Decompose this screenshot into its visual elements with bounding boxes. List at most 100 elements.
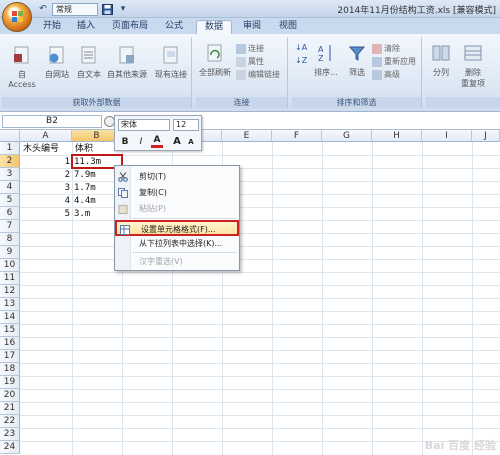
name-box[interactable]: B2 xyxy=(2,115,102,128)
from-access-button[interactable]: 自 Access xyxy=(4,45,40,89)
office-logo-icon xyxy=(12,11,23,22)
menu-item-pick-from-list[interactable]: 从下拉列表中选择(K)... xyxy=(115,236,239,252)
row-header-13[interactable]: 13 xyxy=(0,298,20,311)
menu-item-format-cells-label: 设置单元格格式(F)... xyxy=(141,225,216,234)
from-other-sources-button[interactable]: 自其他来源 xyxy=(106,45,148,80)
edit-links-button[interactable]: 编辑链接 xyxy=(236,69,280,80)
menu-item-cut[interactable]: 剪切(T) xyxy=(115,169,239,185)
row-header-18[interactable]: 18 xyxy=(0,363,20,376)
column-header-a[interactable]: A xyxy=(20,130,72,142)
tab-page-layout[interactable]: 页面布局 xyxy=(106,20,154,34)
text-to-columns-button[interactable]: 分列 xyxy=(428,43,454,78)
row-header-4[interactable]: 4 xyxy=(0,181,20,194)
remove-label: 删除 xyxy=(465,68,481,77)
row-header-23[interactable]: 23 xyxy=(0,428,20,441)
column-header-e[interactable]: E xyxy=(222,130,272,142)
row-header-16[interactable]: 16 xyxy=(0,337,20,350)
column-header-i[interactable]: I xyxy=(422,130,472,142)
gridline xyxy=(20,363,500,364)
row-header-12[interactable]: 12 xyxy=(0,285,20,298)
row-header-8[interactable]: 8 xyxy=(0,233,20,246)
tab-formulas[interactable]: 公式 xyxy=(158,20,190,34)
tab-data[interactable]: 数据 xyxy=(196,20,232,34)
bold-button[interactable]: B xyxy=(119,136,131,148)
column-header-f[interactable]: F xyxy=(272,130,322,142)
font-name-combo[interactable]: 宋体 xyxy=(118,119,170,131)
gridline xyxy=(20,259,500,260)
spreadsheet-grid[interactable]: A B C D E F G H I J 1 2 3 4 5 6 7 8 9 10… xyxy=(0,130,500,455)
font-color-button[interactable]: A xyxy=(151,136,163,148)
select-all-corner[interactable] xyxy=(0,130,20,142)
undo-icon[interactable]: ↶ xyxy=(36,2,50,16)
grow-font-button[interactable]: A xyxy=(171,136,183,148)
row-header-19[interactable]: 19 xyxy=(0,376,20,389)
font-size-combo[interactable]: 12 xyxy=(173,119,199,131)
advanced-label: 高级 xyxy=(384,70,400,79)
existing-connections-button[interactable]: 现有连接 xyxy=(152,45,190,80)
row-header-14[interactable]: 14 xyxy=(0,311,20,324)
row-header-20[interactable]: 20 xyxy=(0,389,20,402)
row-header-3[interactable]: 3 xyxy=(0,168,20,181)
from-web-button[interactable]: 自网站 xyxy=(42,45,72,80)
cell-a4[interactable]: 3 xyxy=(22,182,70,195)
tab-view[interactable]: 视图 xyxy=(272,20,304,34)
filter-button[interactable]: 筛选 xyxy=(344,43,370,78)
row-header-7[interactable]: 7 xyxy=(0,220,20,233)
row-header-9[interactable]: 9 xyxy=(0,246,20,259)
connections-label: 连接 xyxy=(248,44,264,53)
row-header-10[interactable]: 10 xyxy=(0,259,20,272)
gridline xyxy=(20,428,500,429)
clear-button[interactable]: 清除 xyxy=(372,43,400,54)
connections-button[interactable]: 连接 xyxy=(236,43,264,54)
save-icon[interactable] xyxy=(100,2,114,16)
office-button[interactable] xyxy=(2,2,32,32)
context-menu: 剪切(T) 复制(C) 粘贴(P) 设置单元格格式(F)... 从下拉列表中选择… xyxy=(114,165,240,271)
row-header-5[interactable]: 5 xyxy=(0,194,20,207)
menu-item-paste: 粘贴(P) xyxy=(115,201,239,217)
menu-item-cut-label: 剪切(T) xyxy=(139,172,167,181)
duplicates-label: 重复项 xyxy=(461,79,485,88)
window-title: 2014年11月份结构工资.xls [兼容模式] xyxy=(337,6,496,16)
row-header-11[interactable]: 11 xyxy=(0,272,20,285)
menu-item-copy[interactable]: 复制(C) xyxy=(115,185,239,201)
row-header-6[interactable]: 6 xyxy=(0,207,20,220)
row-header-21[interactable]: 21 xyxy=(0,402,20,415)
row-header-15[interactable]: 15 xyxy=(0,324,20,337)
refresh-all-button[interactable]: 全部刷新 xyxy=(198,43,232,78)
refresh-icon xyxy=(207,44,222,62)
sort-button[interactable]: AZ 排序... xyxy=(312,43,340,78)
reapply-button[interactable]: 重新应用 xyxy=(372,56,416,67)
column-header-g[interactable]: G xyxy=(322,130,372,142)
column-header-h[interactable]: H xyxy=(372,130,422,142)
column-header-j[interactable]: J xyxy=(472,130,500,142)
cell-a6[interactable]: 5 xyxy=(22,208,70,221)
row-header-22[interactable]: 22 xyxy=(0,415,20,428)
menu-item-copy-label: 复制(C) xyxy=(139,188,167,197)
reapply-label: 重新应用 xyxy=(384,57,416,66)
advanced-button[interactable]: 高级 xyxy=(372,69,400,80)
tab-home[interactable]: 开始 xyxy=(36,20,68,34)
row-header-24[interactable]: 24 xyxy=(0,441,20,454)
tab-review[interactable]: 审阅 xyxy=(236,20,268,34)
menu-item-format-cells[interactable]: 设置单元格格式(F)... xyxy=(115,220,239,236)
row-header-2[interactable]: 2 xyxy=(0,155,20,168)
cell-a1[interactable]: 木头编号 xyxy=(23,143,73,156)
refresh-all-label: 全部刷新 xyxy=(199,68,231,77)
style-combo[interactable]: 常规 xyxy=(52,2,98,16)
sort-descending-icon[interactable]: ↓Z xyxy=(295,56,307,65)
sort-ascending-icon[interactable]: ↓A xyxy=(295,43,307,52)
formula-bar: B2 xyxy=(0,113,500,130)
gridline xyxy=(20,415,500,416)
row-header-17[interactable]: 17 xyxy=(0,350,20,363)
cell-a2[interactable]: 1 xyxy=(22,156,70,169)
properties-button[interactable]: 属性 xyxy=(236,56,264,67)
italic-button[interactable]: I xyxy=(135,136,147,148)
from-text-button[interactable]: 自文本 xyxy=(74,45,104,80)
qat-dropdown-icon[interactable]: ▾ xyxy=(116,2,130,16)
cell-a5[interactable]: 4 xyxy=(22,195,70,208)
row-header-1[interactable]: 1 xyxy=(0,142,20,155)
remove-duplicates-button[interactable]: 删除 重复项 xyxy=(458,43,488,89)
tab-insert[interactable]: 插入 xyxy=(70,20,102,34)
cell-a3[interactable]: 2 xyxy=(22,169,70,182)
shrink-font-button[interactable]: A xyxy=(185,136,197,148)
